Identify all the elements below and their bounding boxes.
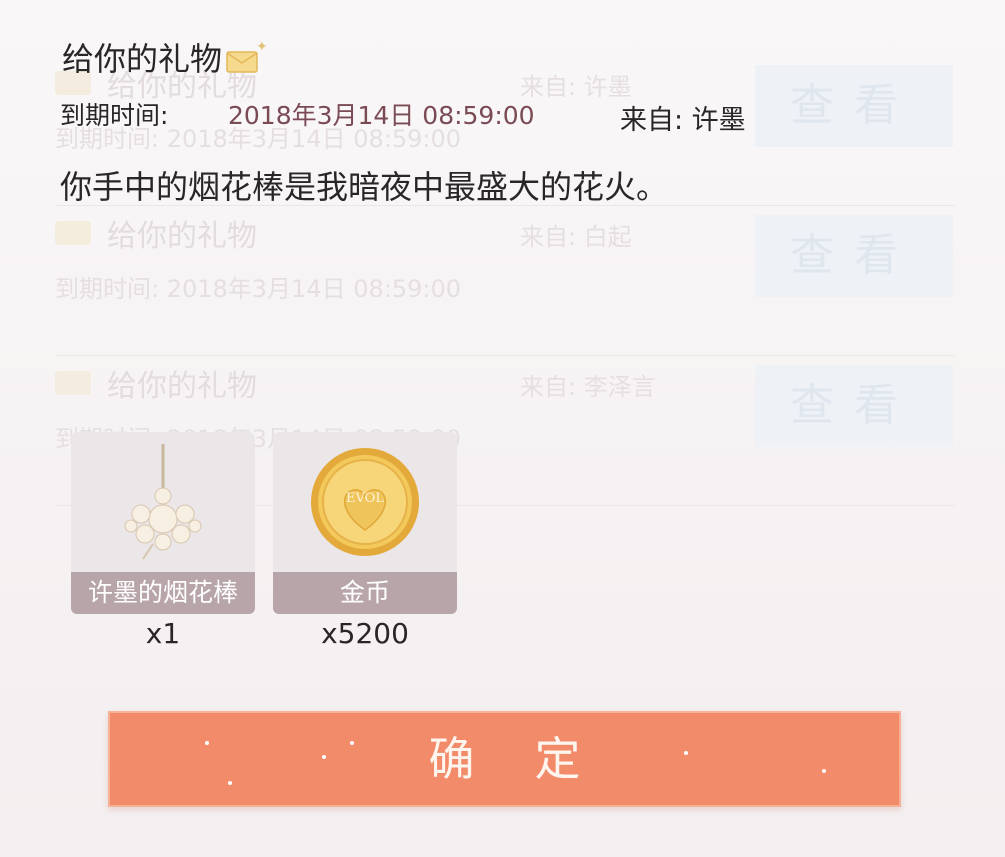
confirm-label: 确定 bbox=[428, 732, 641, 786]
gift-message: 你手中的烟花棒是我暗夜中最盛大的花火。 bbox=[60, 168, 669, 206]
envelope-icon: ✦ bbox=[226, 39, 268, 73]
dialog-title-row: 给你的礼物 ✦ bbox=[62, 34, 268, 80]
gold-coin-icon: EVOL bbox=[311, 448, 419, 556]
gift-dialog: 给你的礼物 ✦ 到期时间: 2018年3月14日 08:59:00 来自: 许墨… bbox=[0, 0, 1005, 857]
reward-item-sparkler[interactable]: 许墨的烟花棒 bbox=[71, 432, 255, 614]
expiry-value: 2018年3月14日 08:59:00 bbox=[228, 101, 535, 130]
reward-item-name: 许墨的烟花棒 bbox=[71, 572, 255, 614]
dialog-title: 给你的礼物 bbox=[62, 40, 223, 78]
reward-item-qty: x1 bbox=[145, 617, 181, 650]
expiry-label: 到期时间: bbox=[60, 101, 169, 130]
reward-item-qty: x5200 bbox=[321, 617, 409, 650]
reward-item-coin[interactable]: EVOL 金币 bbox=[273, 432, 457, 614]
sender-label: 来自: 许墨 bbox=[620, 105, 746, 136]
reward-item-name: 金币 bbox=[273, 572, 457, 614]
sparkle-icon: ✦ bbox=[256, 39, 268, 55]
confirm-button[interactable]: 确定 bbox=[108, 711, 901, 807]
coin-text: EVOL bbox=[346, 491, 384, 506]
sparkler-icon bbox=[124, 444, 202, 560]
